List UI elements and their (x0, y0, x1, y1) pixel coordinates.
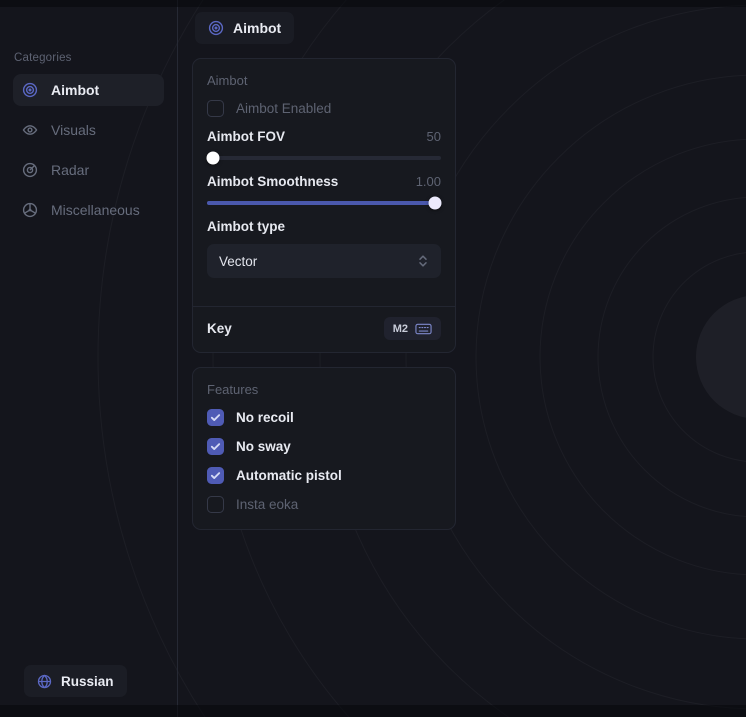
fov-label: Aimbot FOV (207, 129, 285, 144)
checkbox[interactable] (207, 467, 224, 484)
wheel-icon (22, 202, 38, 218)
language-button[interactable]: Russian (24, 665, 127, 697)
categories-label: Categories (14, 52, 177, 64)
panel-title: Features (207, 382, 441, 397)
smoothness-label: Aimbot Smoothness (207, 174, 338, 189)
sidebar-item-label: Miscellaneous (51, 202, 140, 218)
key-label: Key (207, 321, 232, 336)
keyboard-icon (415, 323, 432, 335)
slider-fill (207, 201, 441, 205)
aimbot-enabled-checkbox[interactable]: Aimbot Enabled (207, 100, 441, 117)
sidebar-item-label: Visuals (51, 122, 96, 138)
feature-no-sway[interactable]: No sway (207, 438, 441, 455)
sidebar: Categories Aimbot Visuals (0, 0, 178, 717)
target-icon (208, 20, 224, 36)
checkbox-label: Automatic pistol (236, 468, 342, 483)
aimbot-type-select[interactable]: Vector (207, 244, 441, 278)
category-nav: Aimbot Visuals Radar (0, 74, 177, 226)
target-icon (22, 82, 38, 98)
language-button-label: Russian (61, 674, 114, 689)
fov-value: 50 (427, 129, 441, 144)
radar-icon (22, 162, 38, 178)
aimbot-panel: Aimbot Aimbot Enabled Aimbot FOV 50 Aimb… (192, 58, 456, 353)
checkbox[interactable] (207, 496, 224, 513)
main-content: Aimbot Aimbot Aimbot Enabled Aimbot FOV … (178, 0, 746, 717)
checkbox-label: Aimbot Enabled (236, 101, 331, 116)
slider-track[interactable] (207, 156, 441, 160)
feature-insta-eoka[interactable]: Insta eoka (207, 496, 441, 513)
key-row: Key M2 (193, 307, 455, 352)
checkbox-label: No recoil (236, 410, 294, 425)
tab-label: Aimbot (233, 20, 281, 36)
checkbox[interactable] (207, 438, 224, 455)
sidebar-item-radar[interactable]: Radar (13, 154, 164, 186)
globe-icon (37, 674, 52, 689)
slider-thumb[interactable] (207, 152, 220, 165)
select-value: Vector (219, 254, 257, 269)
sidebar-item-aimbot[interactable]: Aimbot (13, 74, 164, 106)
chevron-up-down-icon (417, 254, 429, 268)
checkbox[interactable] (207, 409, 224, 426)
smoothness-slider[interactable] (207, 193, 441, 213)
feature-automatic-pistol[interactable]: Automatic pistol (207, 467, 441, 484)
eye-icon (22, 122, 38, 138)
sidebar-item-label: Radar (51, 162, 89, 178)
aimbot-type-label: Aimbot type (207, 219, 441, 234)
sidebar-item-label: Aimbot (51, 82, 99, 98)
keybind-value: M2 (393, 323, 408, 335)
checkbox-label: Insta eoka (236, 497, 298, 512)
feature-no-recoil[interactable]: No recoil (207, 409, 441, 426)
fov-slider[interactable] (207, 148, 441, 168)
sidebar-item-miscellaneous[interactable]: Miscellaneous (13, 194, 164, 226)
keybind-badge[interactable]: M2 (384, 317, 441, 340)
checkbox[interactable] (207, 100, 224, 117)
tab-aimbot[interactable]: Aimbot (195, 12, 294, 44)
slider-thumb[interactable] (429, 197, 442, 210)
panel-title: Aimbot (207, 73, 441, 88)
sidebar-item-visuals[interactable]: Visuals (13, 114, 164, 146)
checkbox-label: No sway (236, 439, 291, 454)
features-panel: Features No recoil No sway Automatic pis… (192, 367, 456, 530)
smoothness-value: 1.00 (416, 174, 441, 189)
